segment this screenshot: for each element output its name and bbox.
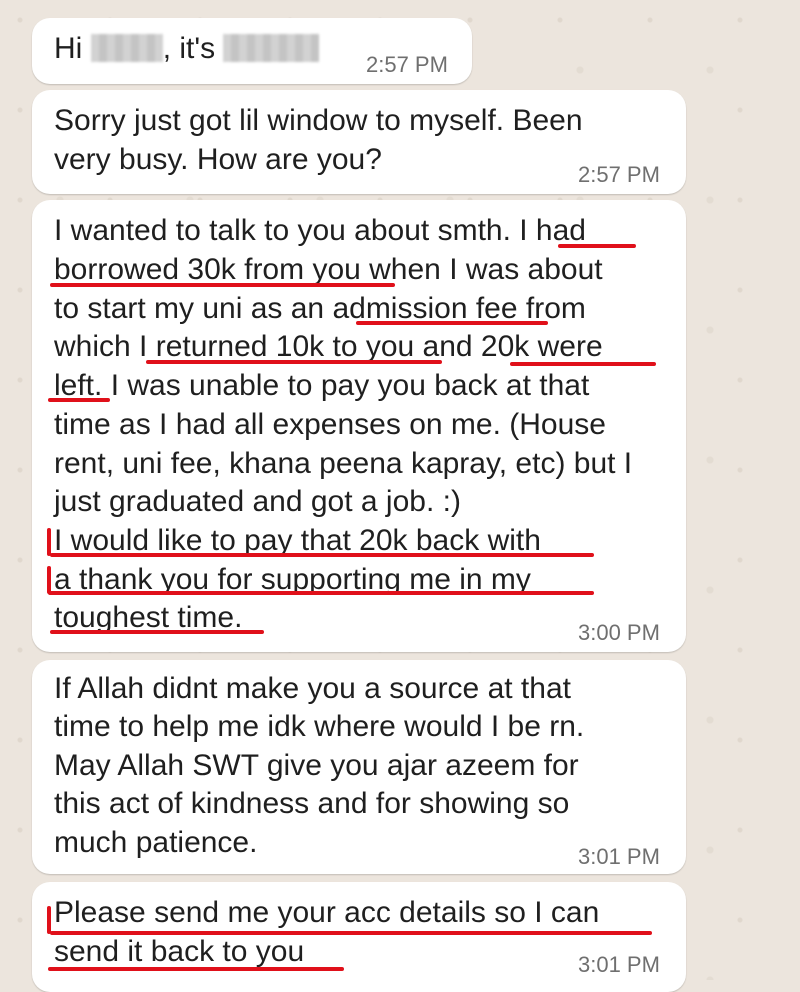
red-underline-annotation (50, 630, 264, 634)
message-text-line: Sorry just got lil window to myself. Bee… (54, 104, 583, 137)
red-bracket-annotation (47, 528, 51, 556)
red-bracket-annotation (47, 906, 51, 934)
red-underline-annotation (48, 398, 110, 402)
message-text-line: rent, uni fee, khana peena kapray, etc) … (54, 447, 633, 480)
message-timestamp: 2:57 PM (578, 162, 660, 187)
message-bubble-2[interactable]: Sorry just got lil window to myself. Bee… (32, 90, 686, 194)
message-bubble-1[interactable]: Hi , it's 2:57 PM (32, 18, 472, 84)
red-underline-annotation (356, 321, 548, 325)
red-underline-annotation (510, 362, 656, 366)
message-bubble-4[interactable]: If Allah didnt make you a source at that… (32, 660, 686, 874)
message-timestamp: 2:57 PM (366, 52, 448, 77)
message-text-line: time as I had all expenses on me. (House (54, 408, 606, 441)
message-bubble-3[interactable]: I wanted to talk to you about smth. I ha… (32, 200, 686, 652)
red-underline-annotation (50, 553, 594, 557)
red-underline-annotation (146, 360, 442, 364)
redacted-name (223, 34, 320, 62)
red-bracket-annotation (47, 566, 51, 594)
message-text-line: much patience. (54, 826, 258, 859)
red-underline-annotation (48, 591, 594, 595)
red-underline-annotation (50, 931, 652, 935)
message-text-line: just graduated and got a job. :) (54, 485, 461, 518)
message-text-line: send it back to you (54, 935, 305, 968)
message-timestamp: 3:01 PM (578, 952, 660, 977)
red-underline-annotation (48, 967, 344, 971)
message-text-line: time to help me idk where would I be rn. (54, 710, 585, 743)
message-bubble-5[interactable]: Please send me your acc details so I can… (32, 882, 686, 992)
message-text-line: Please send me your acc details so I can (54, 896, 600, 929)
red-underline-annotation (558, 244, 636, 248)
red-underline-annotation (50, 283, 395, 287)
message-text-line: If Allah didnt make you a source at that (54, 672, 571, 705)
message-text-line: May Allah SWT give you ajar azeem for (54, 749, 579, 782)
message-text-line: this act of kindness and for showing so (54, 787, 570, 820)
message-timestamp: 3:00 PM (578, 620, 660, 645)
redacted-name (90, 34, 163, 62)
message-text-line: left. I was unable to pay you back at th… (54, 369, 590, 402)
message-text-line: very busy. How are you? (54, 143, 382, 176)
message-timestamp: 3:01 PM (578, 844, 660, 869)
